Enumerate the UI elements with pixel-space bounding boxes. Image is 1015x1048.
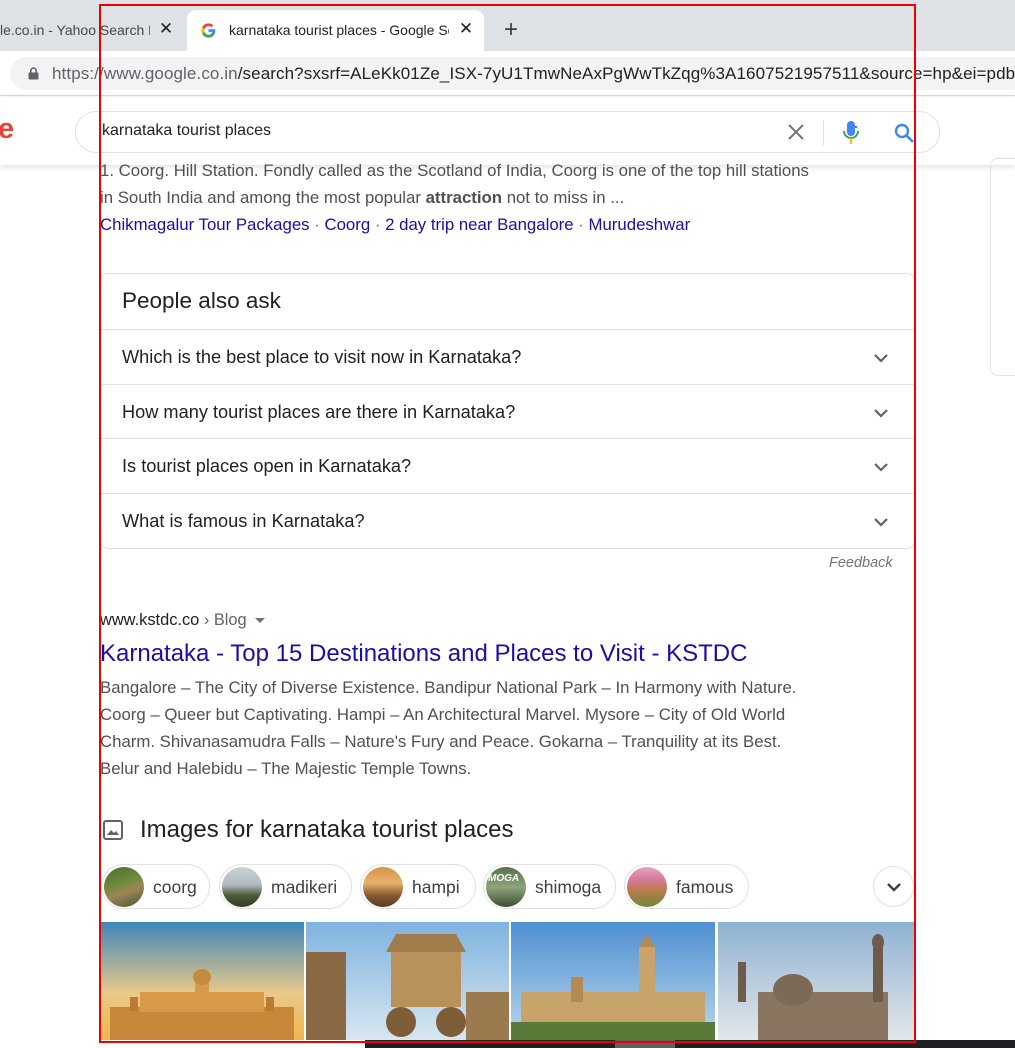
result-title-link[interactable]: Karnataka - Top 15 Destinations and Plac… bbox=[100, 640, 747, 668]
paa-question-text: How many tourist places are there in Kar… bbox=[122, 402, 516, 422]
snippet-text: in South India and among the most popula… bbox=[100, 188, 426, 207]
snippet-line: Charm. Shivanasamudra Falls – Nature's F… bbox=[100, 732, 782, 751]
paa-question[interactable]: Is tourist places open in Karnataka? bbox=[101, 438, 914, 493]
snippet-line: Coorg – Queer but Captivating. Hampi – A… bbox=[100, 705, 786, 724]
horizontal-scrollbar[interactable] bbox=[365, 1040, 1015, 1048]
knowledge-panel-edge bbox=[990, 158, 1015, 376]
snippet-line: Belur and Halebidu – The Majestic Temple… bbox=[100, 759, 472, 778]
image-result-bijapur-mosque[interactable] bbox=[718, 922, 914, 1040]
clear-search-icon[interactable] bbox=[786, 122, 806, 142]
cite-domain: www.kstdc.co bbox=[100, 611, 200, 629]
snippet-line: in South India and among the most popula… bbox=[100, 184, 860, 211]
sitelink[interactable]: 2 day trip near Bangalore bbox=[385, 215, 573, 234]
search-box[interactable] bbox=[75, 111, 940, 153]
paa-question-text: Which is the best place to visit now in … bbox=[122, 347, 522, 367]
image-thumbnail bbox=[306, 922, 509, 1040]
images-heading[interactable]: Images for karnataka tourist places bbox=[140, 816, 514, 844]
chevron-down-icon[interactable] bbox=[871, 348, 891, 368]
chevron-down-icon bbox=[887, 883, 901, 892]
sitelink[interactable]: Chikmagalur Tour Packages bbox=[100, 215, 310, 234]
image-thumbnail bbox=[100, 922, 304, 1040]
lock-icon[interactable] bbox=[28, 67, 39, 80]
tab-title: le.co.in - Yahoo Search Results bbox=[0, 22, 150, 38]
cite-breadcrumb: › Blog bbox=[199, 611, 247, 629]
chevron-down-icon[interactable] bbox=[871, 457, 891, 477]
chip-label: shimoga bbox=[535, 877, 602, 897]
tab-yahoo-search[interactable]: le.co.in - Yahoo Search Results ✕ bbox=[0, 10, 185, 51]
sitelink[interactable]: Murudeshwar bbox=[589, 215, 691, 234]
chip-famous[interactable]: famous bbox=[624, 864, 749, 909]
tab-google-search[interactable]: karnataka tourist places - Google Search… bbox=[187, 10, 484, 51]
thumbnail-text: MOGA bbox=[488, 873, 520, 884]
chip-thumbnail bbox=[104, 867, 144, 907]
chip-thumbnail bbox=[363, 867, 403, 907]
image-result-bangalore-palace[interactable] bbox=[511, 922, 715, 1040]
scrollbar-thumb[interactable] bbox=[615, 1040, 675, 1048]
feedback-link[interactable]: Feedback bbox=[829, 555, 893, 571]
snippet-highlight: attraction bbox=[425, 188, 503, 207]
search-input[interactable] bbox=[102, 122, 702, 140]
close-tab-icon[interactable]: ✕ bbox=[457, 20, 475, 38]
divider bbox=[823, 120, 824, 146]
chip-shimoga[interactable]: MOGA shimoga bbox=[483, 864, 616, 909]
image-result-hampi-chariot[interactable] bbox=[306, 922, 509, 1040]
result-cite[interactable]: www.kstdc.co › Blog bbox=[100, 611, 265, 630]
google-header: e bbox=[0, 97, 1015, 165]
chip-thumbnail bbox=[627, 867, 667, 907]
snippet-line: Bangalore – The City of Diverse Existenc… bbox=[100, 678, 797, 697]
google-logo[interactable]: e bbox=[0, 113, 14, 146]
sitelink-separator: · bbox=[370, 215, 386, 234]
address-bar[interactable]: https://www.google.co.in/search?sxsrf=AL… bbox=[10, 57, 1015, 90]
paa-question[interactable]: Which is the best place to visit now in … bbox=[101, 329, 914, 384]
image-thumbnail bbox=[718, 922, 914, 1040]
chip-thumbnail bbox=[222, 867, 262, 907]
chip-madikeri[interactable]: madikeri bbox=[219, 864, 352, 909]
chip-label: madikeri bbox=[271, 877, 338, 897]
chevron-down-icon[interactable] bbox=[871, 512, 891, 532]
chip-coorg[interactable]: coorg bbox=[101, 864, 210, 909]
result-snippet: Bangalore – The City of Diverse Existenc… bbox=[100, 674, 860, 782]
tab-title: karnataka tourist places - Google Search bbox=[229, 22, 449, 38]
sitelink[interactable]: Coorg bbox=[324, 215, 370, 234]
sitelink-separator: · bbox=[573, 215, 589, 234]
image-icon bbox=[103, 820, 123, 840]
chip-thumbnail: MOGA bbox=[486, 867, 526, 907]
paa-question-text: What is famous in Karnataka? bbox=[122, 511, 365, 531]
tab-strip: le.co.in - Yahoo Search Results ✕ karnat… bbox=[0, 0, 1015, 51]
chip-label: coorg bbox=[153, 877, 197, 897]
chip-label: famous bbox=[676, 877, 734, 897]
image-result-mysore-palace[interactable] bbox=[100, 922, 304, 1040]
cite-menu-arrow-icon[interactable] bbox=[254, 618, 265, 624]
paa-title: People also ask bbox=[122, 288, 281, 313]
chips-more-button[interactable] bbox=[873, 866, 914, 907]
paa-question-text: Is tourist places open in Karnataka? bbox=[122, 456, 412, 476]
google-favicon-icon bbox=[201, 23, 216, 38]
snippet-text: not to miss in ... bbox=[502, 188, 625, 207]
url-host: https://www.google.co.in bbox=[52, 64, 238, 83]
sitelink-separator: · bbox=[309, 215, 325, 234]
close-tab-icon[interactable]: ✕ bbox=[157, 20, 175, 38]
chip-hampi[interactable]: hampi bbox=[360, 864, 476, 909]
url-path: /search?sxsrf=ALeKk01Ze_ISX-7yU1TmwNeAxP… bbox=[237, 64, 1015, 83]
paa-question[interactable]: How many tourist places are there in Kar… bbox=[101, 384, 914, 439]
chip-label: hampi bbox=[412, 877, 460, 897]
paa-question[interactable]: What is famous in Karnataka? bbox=[101, 493, 914, 548]
url-text[interactable]: https://www.google.co.in/search?sxsrf=AL… bbox=[52, 64, 1015, 84]
chevron-down-icon[interactable] bbox=[871, 403, 891, 423]
new-tab-button[interactable]: + bbox=[500, 18, 522, 42]
result-snippet: 1. Coorg. Hill Station. Fondly called as… bbox=[100, 157, 860, 211]
search-icon[interactable] bbox=[893, 122, 915, 144]
image-thumbnail bbox=[511, 922, 715, 1040]
browser-toolbar: https://www.google.co.in/search?sxsrf=AL… bbox=[0, 51, 1015, 96]
people-also-ask-panel: People also ask Which is the best place … bbox=[100, 273, 915, 549]
snippet-line: 1. Coorg. Hill Station. Fondly called as… bbox=[100, 161, 809, 180]
microphone-icon[interactable] bbox=[842, 120, 860, 146]
sitelinks: Chikmagalur Tour Packages · Coorg · 2 da… bbox=[100, 211, 690, 238]
